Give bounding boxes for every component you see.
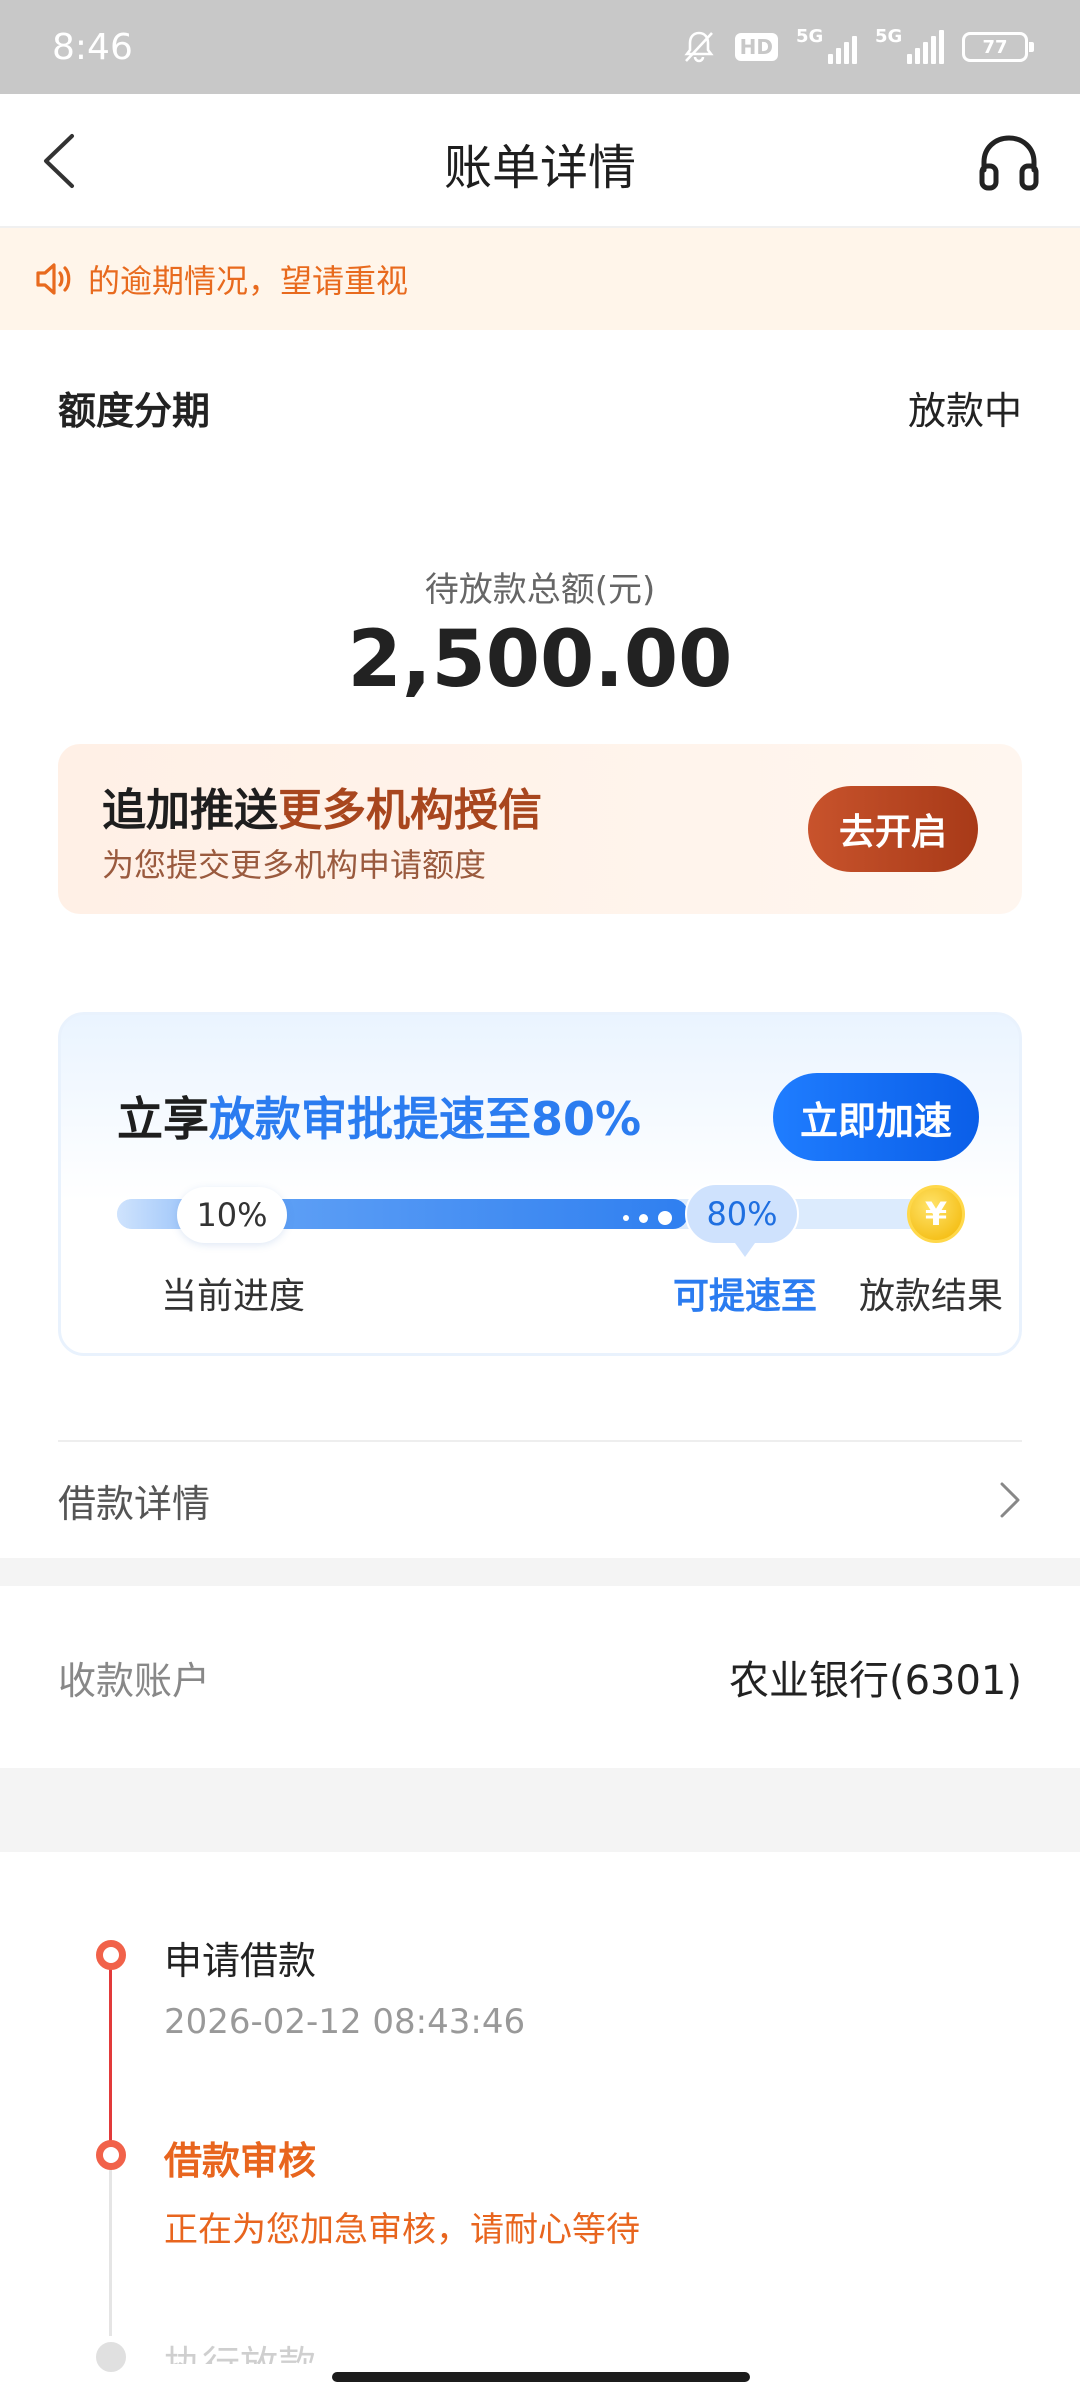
- timeline-step-time: 2026-02-12 08:43:46: [164, 2002, 526, 2042]
- account-label: 收款账户: [58, 1658, 211, 1703]
- target-speed-label: 可提速至: [673, 1276, 818, 1317]
- signal-icon: 5G: [796, 26, 857, 64]
- account-value: 农业银行(6301): [728, 1658, 1022, 1704]
- status-bar: 8:46 HD 5G 5G 77: [0, 0, 1080, 94]
- nav-bar: 账单详情: [0, 94, 1080, 228]
- speaker-icon: [36, 263, 71, 295]
- bell-muted-icon: [684, 31, 714, 63]
- speedup-card: 立享放款审批提速至80% 立即加速 10% 80% ¥ 当前进度 可提速至 放款…: [58, 1012, 1022, 1356]
- timeline-step-title: 借款审核: [164, 2139, 317, 2183]
- hd-badge: HD: [734, 33, 778, 61]
- current-percent: 10%: [177, 1187, 287, 1243]
- signal-label: 5G: [875, 26, 903, 47]
- timeline-step-title: 申请借款: [164, 1939, 317, 1983]
- amount-value: 2,500.00: [347, 615, 733, 705]
- order-status: 放款中: [907, 389, 1022, 433]
- promo-subtitle: 为您提交更多机构申请额度: [102, 846, 487, 884]
- promo-title: 追加推送更多机构授信: [102, 774, 542, 838]
- battery-level: 77: [982, 36, 1008, 58]
- status-icons: HD 5G 5G 77: [681, 26, 1034, 65]
- timeline-line-done: [109, 1956, 112, 2152]
- product-name: 额度分期: [58, 389, 211, 433]
- timeline-line-pending: [109, 2156, 112, 2336]
- page-title: 账单详情: [443, 140, 636, 196]
- promo-title-highlight: 更多机构授信: [278, 785, 542, 836]
- target-percent: 80%: [685, 1183, 799, 1257]
- progress-dots: [623, 1211, 672, 1225]
- timeline-node-active: [96, 2140, 126, 2170]
- signal-label: 5G: [796, 26, 824, 47]
- timeline-step-message: 正在为您加急审核，请耐心等待: [164, 2210, 640, 2250]
- loan-details-label: 借款详情: [58, 1481, 211, 1526]
- signal-icon: 5G: [875, 26, 944, 64]
- account-row: 收款账户 农业银行(6301): [58, 1586, 1022, 1768]
- current-progress-label: 当前进度: [161, 1276, 306, 1317]
- headset-icon[interactable]: [978, 134, 1040, 192]
- result-label: 放款结果: [859, 1276, 1004, 1317]
- home-indicator[interactable]: [332, 2372, 750, 2382]
- timeline-node-done: [96, 1940, 126, 1970]
- speed-up-button[interactable]: 立即加速: [773, 1073, 979, 1161]
- notice-banner: 的逾期情况，望请重视: [0, 228, 1080, 330]
- status-time: 8:46: [52, 26, 133, 68]
- timeline-node-pending: [96, 2342, 126, 2372]
- timeline-step-title: 执行放款: [164, 2334, 316, 2364]
- section-gap: [0, 1768, 1080, 1852]
- loan-details-row[interactable]: 借款详情: [58, 1442, 1022, 1558]
- enable-button[interactable]: 去开启: [808, 786, 978, 872]
- loan-timeline: 申请借款 2026-02-12 08:43:46 借款审核 正在为您加急审核，请…: [0, 1852, 1080, 2400]
- notice-text: 的逾期情况，望请重视: [88, 262, 409, 300]
- chevron-right-icon: [1000, 1482, 1020, 1518]
- speedup-title-prefix: 立享: [117, 1092, 209, 1146]
- speedup-title-highlight: 放款审批提速至80%: [209, 1092, 642, 1146]
- amount-label: 待放款总额(元): [424, 570, 656, 610]
- battery-icon: 77: [962, 32, 1034, 62]
- yen-coin-icon: ¥: [907, 1185, 965, 1243]
- promo-card: 追加推送更多机构授信 为您提交更多机构申请额度 去开启: [58, 744, 1022, 914]
- promo-title-prefix: 追加推送: [102, 785, 278, 836]
- section-gap: [0, 1558, 1080, 1586]
- order-header: 额度分期 放款中: [58, 380, 1022, 435]
- speedup-title: 立享放款审批提速至80%: [117, 1083, 641, 1149]
